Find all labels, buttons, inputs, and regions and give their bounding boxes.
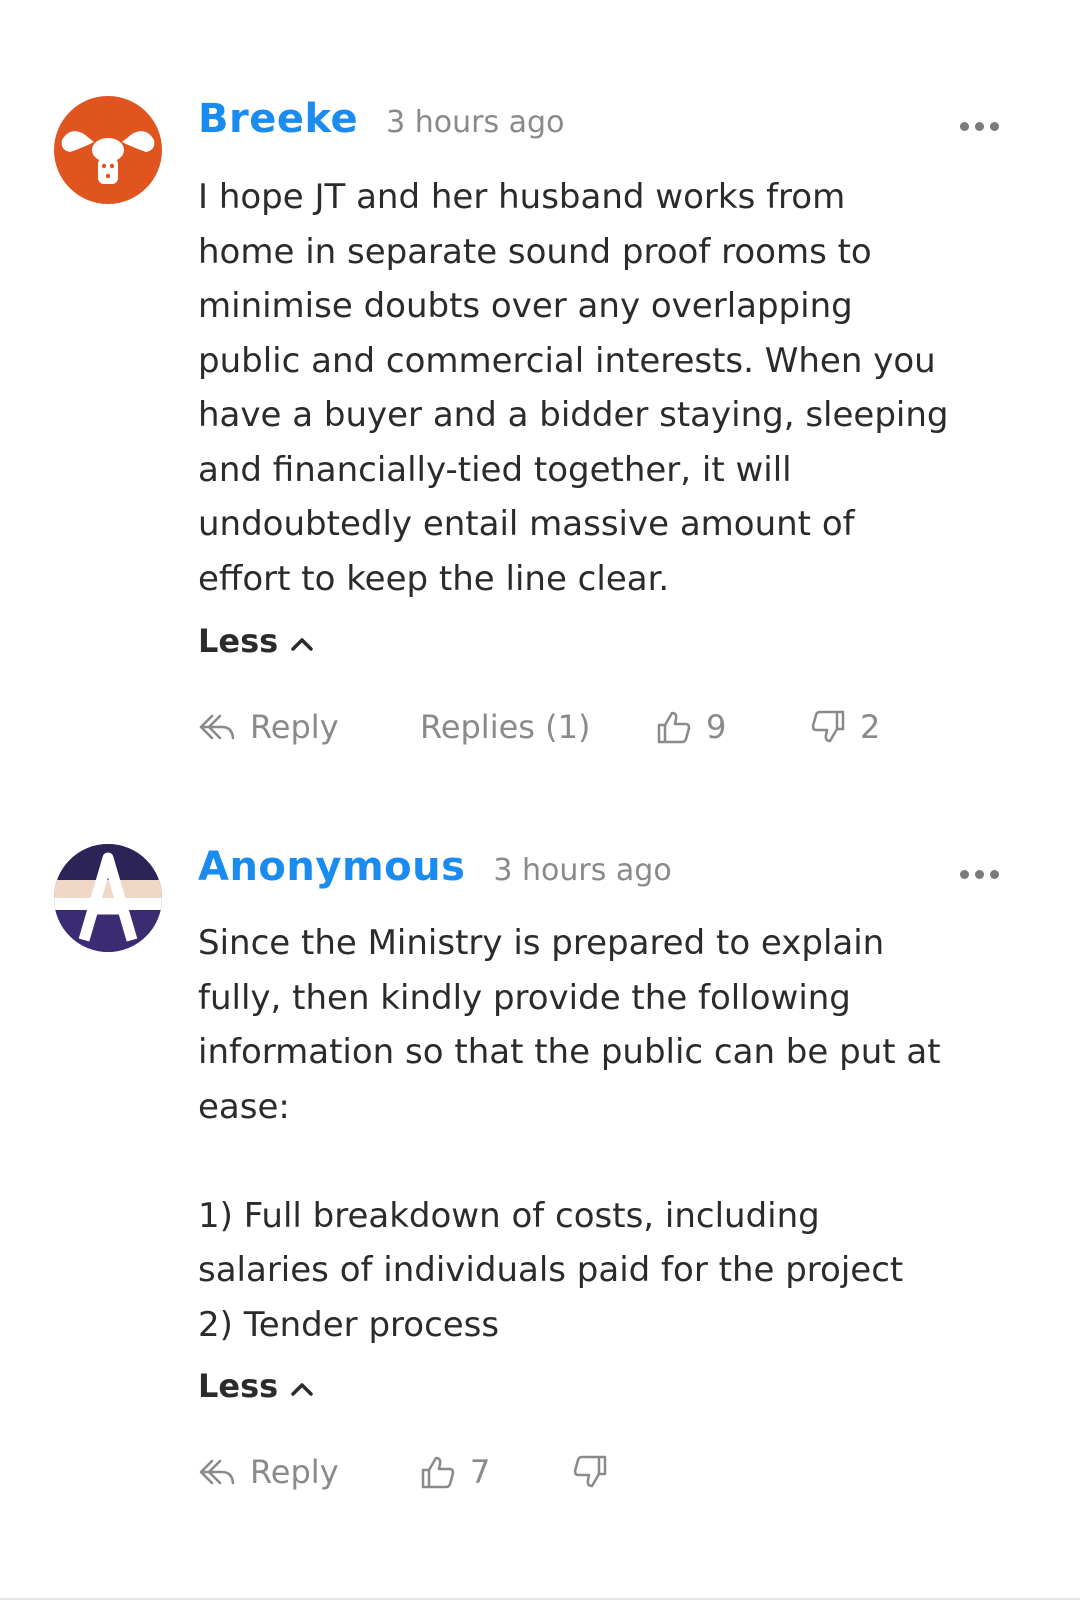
dislike-count: 2: [860, 708, 881, 746]
avatar[interactable]: [54, 844, 162, 952]
like-button[interactable]: 7: [420, 1447, 490, 1497]
like-count: 9: [706, 708, 727, 746]
avatar[interactable]: [54, 96, 162, 204]
comment-text: I hope JT and her husband works from hom…: [198, 177, 949, 599]
more-options-icon[interactable]: [960, 122, 999, 131]
replies-label: Replies (1): [420, 708, 591, 746]
replies-button[interactable]: Replies (1): [420, 702, 590, 752]
author-name[interactable]: Anonymous: [198, 844, 465, 890]
divider: [0, 1598, 1080, 1600]
thumbs-down-icon: [572, 1454, 608, 1490]
reply-button[interactable]: Reply: [198, 702, 339, 752]
less-label: Less: [198, 622, 279, 660]
thumbs-up-icon: [420, 1454, 456, 1490]
comment-header: Anonymous 3 hours ago: [198, 844, 672, 914]
less-toggle[interactable]: Less: [198, 622, 314, 660]
reply-icon: [198, 712, 236, 742]
dislike-button[interactable]: [572, 1447, 608, 1497]
thumbs-down-icon: [810, 709, 846, 745]
reply-label: Reply: [250, 1453, 339, 1491]
chevron-up-icon: [290, 622, 314, 660]
like-button[interactable]: 9: [656, 702, 726, 752]
comment-header: Breeke 3 hours ago: [198, 96, 564, 166]
author-name[interactable]: Breeke: [198, 96, 358, 142]
like-count: 7: [470, 1453, 491, 1491]
timestamp: 3 hours ago: [386, 105, 565, 140]
dislike-button[interactable]: 2: [810, 702, 880, 752]
reply-label: Reply: [250, 708, 339, 746]
more-options-icon[interactable]: [960, 870, 999, 879]
less-label: Less: [198, 1367, 279, 1405]
reply-button[interactable]: Reply: [198, 1447, 339, 1497]
chevron-up-icon: [290, 1367, 314, 1405]
reply-icon: [198, 1457, 236, 1487]
comment-text: Since the Ministry is prepared to explai…: [198, 923, 941, 1345]
less-toggle[interactable]: Less: [198, 1367, 314, 1405]
thumbs-up-icon: [656, 709, 692, 745]
timestamp: 3 hours ago: [493, 853, 672, 888]
